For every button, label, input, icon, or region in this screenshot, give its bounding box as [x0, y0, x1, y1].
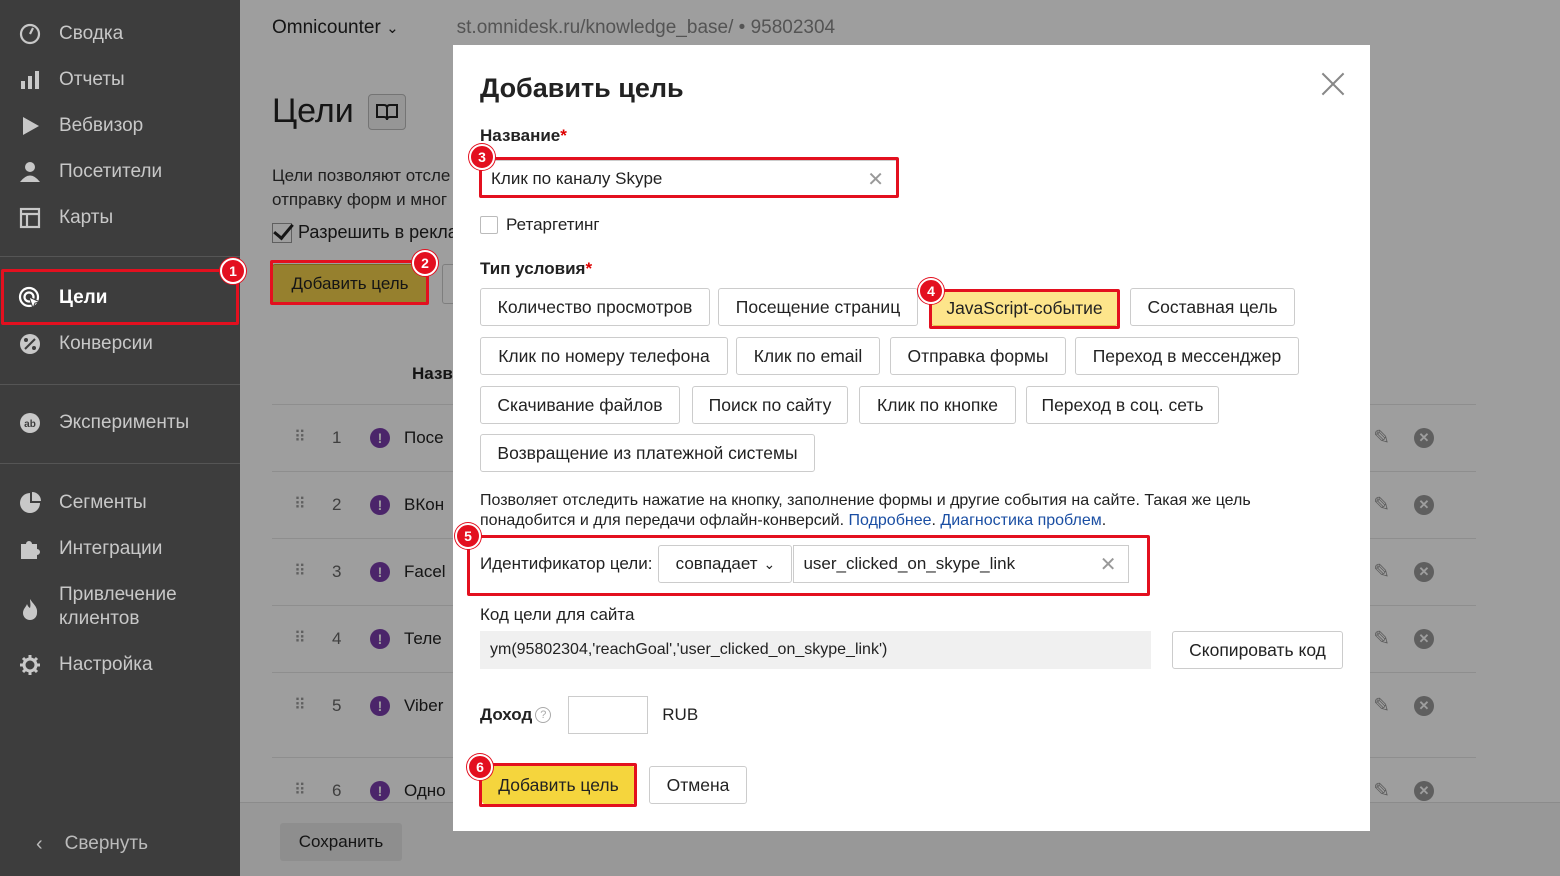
sidebar-item-experiments[interactable]: ab Эксперименты — [0, 403, 240, 443]
svg-text:ab: ab — [24, 419, 36, 430]
goal-identifier-input[interactable]: user_clicked_on_skype_link ✕ — [793, 545, 1130, 583]
condition-description: Позволяет отследить нажатие на кнопку, з… — [480, 492, 1251, 529]
sidebar-item-label: Конверсии — [59, 333, 153, 354]
sidebar-item-visitors[interactable]: Посетители — [0, 152, 240, 192]
sidebar-item-acquisition[interactable]: Привлечение клиентов — [0, 583, 240, 633]
condition-file-download[interactable]: Скачивание файлов — [480, 386, 680, 424]
dialog-title: Добавить цель — [480, 73, 684, 103]
puzzle-icon — [18, 537, 42, 561]
goal-name-input[interactable]: Клик по каналу Skype ✕ — [480, 160, 897, 198]
sidebar-item-label: Привлечение клиентов — [59, 584, 177, 629]
condition-form-submit[interactable]: Отправка формы — [890, 337, 1066, 375]
sidebar-item-segments[interactable]: Сегменты — [0, 483, 240, 523]
sidebar: Сводка Отчеты Вебвизор Посетители Карты … — [0, 0, 240, 876]
percent-icon — [18, 332, 42, 356]
annotation-badge: 2 — [412, 250, 438, 276]
sidebar-item-goals[interactable]: Цели — [0, 278, 240, 318]
clear-icon[interactable]: ✕ — [867, 167, 884, 192]
user-icon — [18, 160, 42, 184]
income-row: Доход ? RUB — [480, 696, 698, 734]
condition-site-search[interactable]: Поиск по сайту — [692, 386, 848, 424]
sidebar-collapse-label: Свернуть — [64, 833, 149, 854]
sidebar-item-label: Настройка — [59, 654, 153, 675]
goal-identifier-value: user_clicked_on_skype_link — [803, 554, 1016, 573]
bar-chart-icon — [18, 68, 42, 92]
site-code-field[interactable]: ym(95802304,'reachGoal','user_clicked_on… — [480, 631, 1151, 669]
diagnostics-link[interactable]: Диагностика проблем — [940, 512, 1101, 529]
goal-name-value: Клик по каналу Skype — [491, 169, 663, 188]
sidebar-item-webvisor[interactable]: Вебвизор — [0, 106, 240, 146]
sidebar-item-label: Эксперименты — [59, 412, 190, 433]
checkbox[interactable] — [480, 216, 498, 234]
sidebar-collapse-button[interactable]: ‹ Свернуть — [0, 824, 148, 864]
sidebar-item-reports[interactable]: Отчеты — [0, 60, 240, 100]
sidebar-item-integrations[interactable]: Интеграции — [0, 529, 240, 569]
condition-composite[interactable]: Составная цель — [1130, 288, 1295, 326]
condition-payment-return[interactable]: Возвращение из платежной системы — [480, 434, 815, 472]
annotation-badge: 3 — [469, 144, 495, 170]
sidebar-item-label: Сводка — [59, 23, 124, 44]
sidebar-item-conversions[interactable]: Конверсии — [0, 324, 240, 364]
sidebar-item-summary[interactable]: Сводка — [0, 14, 240, 54]
map-icon — [18, 206, 42, 230]
goal-identifier-row: Идентификатор цели: совпадает ⌄ user_cli… — [480, 545, 1130, 583]
name-label-text: Название — [480, 126, 561, 145]
gauge-icon — [18, 22, 42, 46]
sidebar-item-label: Цели — [59, 287, 108, 308]
sidebar-item-label: Отчеты — [59, 69, 125, 90]
sidebar-item-label: Карты — [59, 207, 114, 228]
sidebar-divider — [0, 256, 240, 257]
annotation-badge: 1 — [220, 258, 246, 284]
add-goal-dialog: Добавить цель Название* Клик по каналу S… — [453, 45, 1370, 831]
match-type-value: совпадает — [675, 554, 758, 573]
retargeting-label: Ретаргетинг — [506, 215, 600, 234]
chevron-down-icon: ⌄ — [763, 555, 776, 572]
sidebar-item-settings[interactable]: Настройка — [0, 645, 240, 685]
pie-icon — [18, 491, 42, 515]
condition-phone-click[interactable]: Клик по номеру телефона — [480, 337, 728, 375]
condition-type-label-text: Тип условия — [480, 259, 586, 278]
condition-js-event[interactable]: JavaScript-событие — [931, 290, 1118, 326]
ident-label: Идентификатор цели: — [480, 554, 653, 573]
retargeting-checkbox[interactable]: Ретаргетинг — [480, 215, 600, 235]
sidebar-item-maps[interactable]: Карты — [0, 198, 240, 238]
sidebar-divider — [0, 463, 240, 464]
condition-button-click[interactable]: Клик по кнопке — [859, 386, 1016, 424]
annotation-badge: 4 — [918, 278, 944, 304]
annotation-badge: 5 — [455, 523, 481, 549]
help-icon[interactable]: ? — [535, 707, 552, 723]
condition-social-network[interactable]: Переход в соц. сеть — [1026, 386, 1219, 424]
sidebar-item-label: Посетители — [59, 161, 163, 182]
condition-type-label: Тип условия* — [480, 259, 592, 279]
target-cursor-icon — [18, 286, 42, 310]
condition-email-click[interactable]: Клик по email — [736, 337, 880, 375]
add-goal-submit-button[interactable]: Добавить цель — [482, 766, 635, 804]
cancel-button[interactable]: Отмена — [649, 766, 747, 804]
clear-icon[interactable]: ✕ — [1100, 552, 1117, 577]
close-icon[interactable] — [1320, 71, 1346, 97]
sidebar-divider — [0, 384, 240, 385]
more-link[interactable]: Подробнее — [849, 512, 932, 529]
site-code-label: Код цели для сайта — [480, 605, 635, 624]
copy-code-button[interactable]: Скопировать код — [1172, 631, 1343, 669]
match-type-select[interactable]: совпадает ⌄ — [658, 545, 793, 583]
condition-views[interactable]: Количество просмотров — [480, 288, 710, 326]
required-mark: * — [560, 126, 567, 145]
play-icon — [18, 114, 42, 138]
name-label: Название* — [480, 126, 567, 146]
sidebar-item-label: Интеграции — [59, 538, 163, 559]
ab-icon: ab — [18, 411, 42, 435]
currency-label: RUB — [662, 705, 699, 724]
sidebar-item-label: Вебвизор — [59, 115, 144, 136]
gear-icon — [18, 653, 42, 677]
flame-icon — [18, 597, 42, 621]
income-input[interactable] — [568, 696, 649, 734]
chevron-left-icon: ‹ — [36, 832, 43, 855]
income-label: Доход — [480, 705, 533, 724]
condition-page-visit[interactable]: Посещение страниц — [718, 288, 918, 326]
annotation-badge: 6 — [467, 754, 493, 780]
condition-messenger[interactable]: Переход в мессенджер — [1075, 337, 1299, 375]
required-mark: * — [585, 259, 593, 278]
sidebar-item-label: Сегменты — [59, 492, 147, 513]
